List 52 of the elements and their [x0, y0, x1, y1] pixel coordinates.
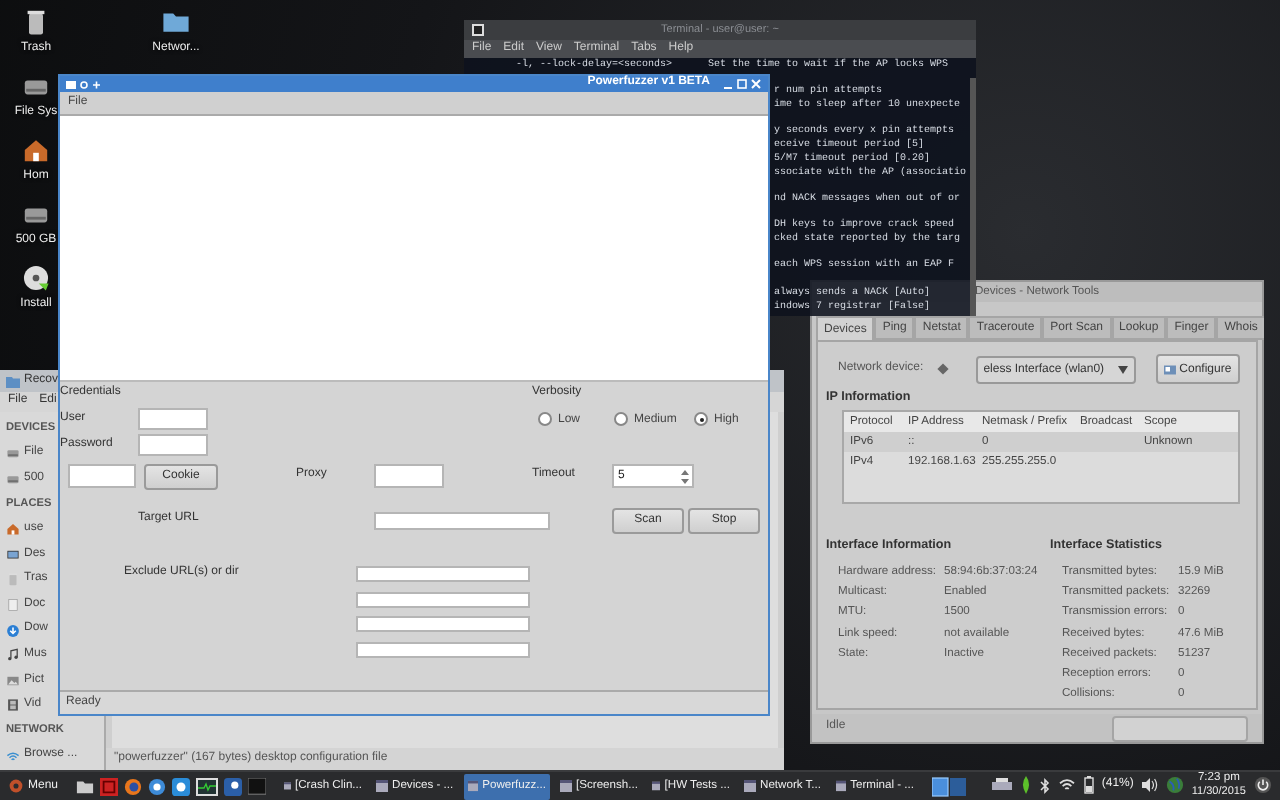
power-icon[interactable]	[1254, 776, 1272, 795]
wifi-icon	[6, 749, 20, 764]
download-icon	[6, 623, 20, 638]
folder-icon	[162, 8, 190, 36]
target-url-field[interactable]	[374, 511, 550, 529]
film-icon	[6, 698, 20, 713]
proxy-field[interactable]	[374, 464, 444, 488]
network-device-icon	[935, 362, 950, 376]
folder-icon[interactable]	[76, 777, 95, 795]
exclude-url-field[interactable]	[356, 591, 530, 607]
printer-icon[interactable]	[991, 778, 1012, 793]
browser-icon[interactable]	[124, 777, 143, 795]
exclude-url-field[interactable]	[356, 616, 530, 632]
battery-icon[interactable]	[1083, 776, 1094, 795]
caret-icon	[1117, 365, 1128, 373]
monitor-icon	[6, 547, 20, 562]
trash-can-icon	[22, 8, 50, 36]
leaf-icon[interactable]	[1019, 776, 1032, 795]
window-menu-icon[interactable]	[66, 79, 102, 89]
window-icon	[284, 780, 291, 792]
drive-icon	[6, 471, 20, 486]
home-icon	[22, 136, 50, 164]
window-icon	[560, 780, 573, 792]
trash-can-icon	[6, 572, 20, 587]
spin-arrows-icon	[680, 467, 690, 485]
exclude-url-field[interactable]	[356, 566, 530, 582]
user-field[interactable]	[138, 408, 208, 430]
window-icon	[652, 780, 661, 792]
folder-icon	[6, 375, 20, 387]
exclude-url-field[interactable]	[356, 641, 530, 657]
window-icon	[468, 780, 479, 792]
app-icon[interactable]	[224, 777, 243, 795]
picture-icon	[6, 673, 20, 688]
volume-icon[interactable]	[1141, 778, 1158, 793]
wifi-icon[interactable]	[1057, 778, 1076, 793]
music-note-icon	[6, 648, 20, 663]
cookie-field[interactable]	[68, 464, 136, 488]
password-field[interactable]	[138, 434, 208, 456]
settings-icon	[1163, 363, 1176, 375]
disc-icon	[22, 264, 50, 292]
window-icon	[836, 780, 847, 792]
drive-icon	[6, 446, 20, 461]
terminal-icon	[472, 24, 484, 36]
monitor-icon[interactable]	[196, 777, 219, 795]
gear-icon	[8, 778, 24, 794]
home-icon	[6, 522, 20, 537]
bluetooth-icon[interactable]	[1039, 777, 1050, 794]
window-icon	[376, 780, 389, 792]
window-icon	[744, 780, 757, 792]
window-controls-icon[interactable]	[722, 78, 762, 90]
workspace-switcher-icon[interactable]	[932, 775, 969, 797]
document-icon	[6, 597, 20, 612]
